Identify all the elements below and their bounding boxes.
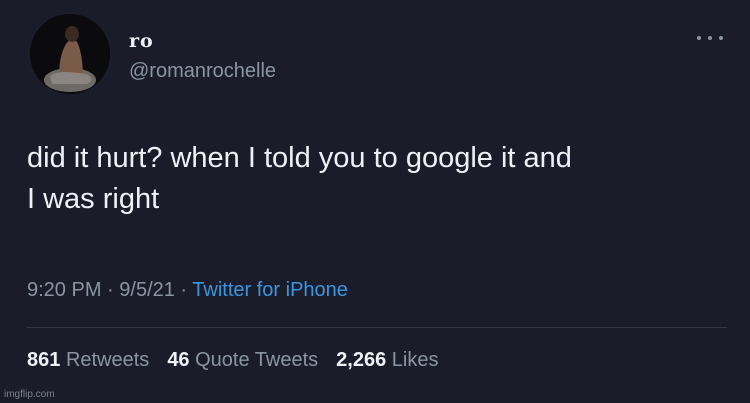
retweets-label: Retweets [65,349,150,371]
avatar-image [30,14,110,94]
avatar[interactable] [30,14,110,94]
tweet-time[interactable]: 9:20 PM [27,279,101,301]
quote-tweets-count: 46 [167,349,190,371]
likes-stat[interactable]: 2,266 Likes [336,349,438,371]
meta-separator: · [101,279,120,301]
likes-count: 2,266 [336,349,387,371]
tweet-card: ro @romanrochelle did it hurt? when I to… [0,0,750,403]
watermark: imgflip.com [4,389,55,400]
user-handle[interactable]: @romanrochelle [129,60,276,83]
divider [27,327,727,328]
retweets-count: 861 [27,349,61,371]
tweet-text-line-2: I was right [27,183,160,215]
meta-separator: · [174,279,193,301]
dot [708,36,712,40]
quote-tweets-label: Quote Tweets [195,349,319,371]
dot [719,36,723,40]
tweet-source-link[interactable]: Twitter for iPhone [192,279,348,301]
more-options-icon[interactable] [697,34,723,42]
dot [697,36,701,40]
retweets-stat[interactable]: 861 Retweets [27,349,149,371]
tweet-text: did it hurt? when I told you to google i… [27,138,717,220]
tweet-meta: 9:20 PM · 9/5/21 · Twitter for iPhone [27,279,348,302]
tweet-text-line-1: did it hurt? when I told you to google i… [27,142,572,174]
display-name[interactable]: ro [129,30,154,52]
tweet-stats: 861 Retweets 46 Quote Tweets 2,266 Likes [27,349,439,372]
likes-label: Likes [391,349,439,371]
quote-tweets-stat[interactable]: 46 Quote Tweets [167,349,318,371]
tweet-date[interactable]: 9/5/21 [119,279,175,301]
